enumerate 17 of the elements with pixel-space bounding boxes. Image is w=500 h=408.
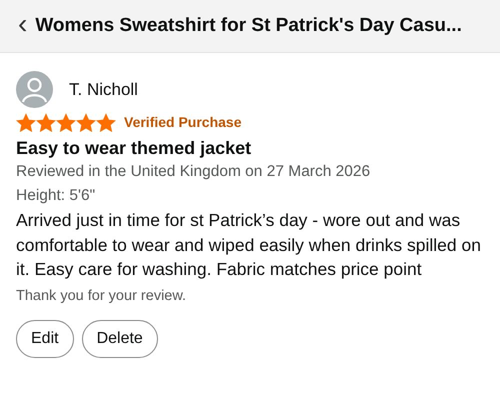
review-meta-text: Height: 5'6"	[16, 186, 96, 206]
star-filled-icon	[56, 112, 76, 132]
review-title: Easy to wear themed jacket	[16, 137, 252, 160]
action-button[interactable]: Edit	[16, 320, 74, 358]
verified-purchase-label: Verified Purchase	[124, 113, 242, 132]
star-filled-icon	[36, 112, 56, 132]
review-text: Arrived just in time for st Patrick’s day - wore out and was comfortable to wear and wiped easily when drinks spilled on it. Easy care for washing. Fabric matches price point	[16, 209, 482, 282]
star-filled-icon	[16, 112, 36, 132]
back-button[interactable]: ‹	[18, 10, 28, 38]
star-filled-icon	[96, 112, 116, 132]
reviewer-name: T. Nicholl	[69, 78, 138, 101]
page-title: Womens Sweatshirt for St Patrick's Day Casu...	[35, 14, 462, 38]
review-meta-text: Reviewed in the United Kingdom on 27 March 2026	[16, 162, 372, 182]
star-filled-icon	[76, 112, 96, 132]
avatar-icon	[16, 71, 53, 108]
thank-you-note: Thank you for your review.	[16, 286, 188, 306]
action-button[interactable]: Delete	[82, 320, 158, 358]
